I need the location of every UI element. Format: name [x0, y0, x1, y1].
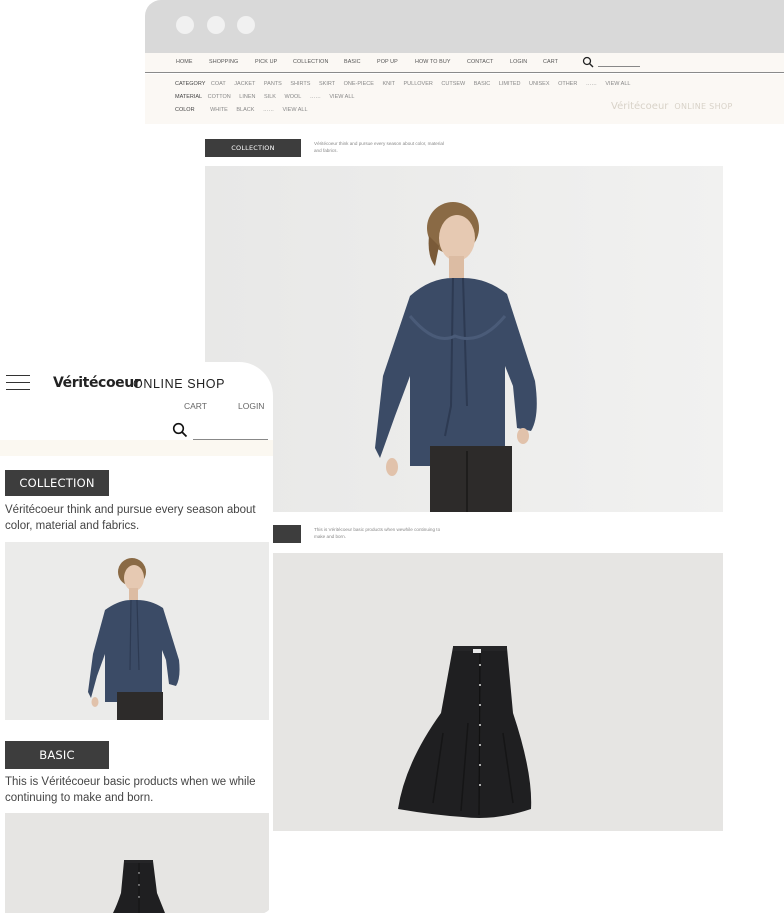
material-label: MATERIAL: [175, 94, 203, 100]
search-icon[interactable]: [172, 422, 188, 438]
nav-home[interactable]: HOME: [176, 59, 193, 65]
collection-description: Véritécoeur think and pursue every seaso…: [314, 141, 444, 153]
material-option[interactable]: LINEN: [239, 94, 255, 100]
color-row: COLOR WHITE BLACK …… VIEW ALL: [175, 107, 315, 113]
mobile-collection-description: Véritécoeur think and pursue every seaso…: [5, 504, 256, 532]
mobile-cart-link[interactable]: CART: [184, 401, 207, 411]
material-row: MATERIAL COTTON LINEN SILK WOOL …… VIEW …: [175, 94, 361, 100]
category-option[interactable]: PULLOVER: [404, 81, 433, 87]
category-row: CATEGORY COAT JACKET PANTS SHIRTS SKIRT …: [175, 81, 637, 87]
material-option[interactable]: COTTON: [208, 94, 231, 100]
brand-name: Véritécoeur: [611, 101, 669, 112]
color-view-all[interactable]: VIEW ALL: [282, 107, 307, 113]
mobile-basic-button[interactable]: BASIC: [5, 741, 109, 769]
filter-panel: CATEGORY COAT JACKET PANTS SHIRTS SKIRT …: [145, 74, 784, 124]
mobile-basic-photo[interactable]: [5, 813, 269, 913]
mobile-phone-window: Véritécoeur ONLINE SHOP CART LOGIN COLLE…: [0, 362, 273, 914]
mobile-login-link[interactable]: LOGIN: [238, 401, 264, 411]
collection-button[interactable]: COLLECTION: [205, 139, 301, 157]
category-option[interactable]: SHIRTS: [290, 81, 310, 87]
mobile-collection-button[interactable]: COLLECTION: [5, 470, 109, 496]
mobile-brand-suffix: ONLINE SHOP: [133, 377, 226, 391]
category-option[interactable]: COAT: [211, 81, 226, 87]
nav-contact[interactable]: CONTACT: [467, 59, 493, 65]
category-option[interactable]: KNIT: [382, 81, 395, 87]
mobile-collection-photo[interactable]: [5, 542, 269, 720]
category-option[interactable]: UNISEX: [529, 81, 549, 87]
category-label: CATEGORY: [175, 81, 206, 87]
nav-howtobuy[interactable]: HOW TO BUY: [415, 59, 451, 65]
color-label: COLOR: [175, 107, 195, 113]
material-view-all[interactable]: VIEW ALL: [329, 94, 354, 100]
window-dot-close[interactable]: [176, 16, 194, 34]
color-option[interactable]: WHITE: [210, 107, 228, 113]
color-ellipsis: ……: [262, 107, 274, 113]
basic-photo[interactable]: [273, 553, 723, 831]
category-option[interactable]: OTHER: [558, 81, 577, 87]
nav-cart[interactable]: CART: [543, 59, 558, 65]
category-option[interactable]: PANTS: [264, 81, 282, 87]
search-icon[interactable]: [582, 56, 594, 68]
window-dot-minimize[interactable]: [207, 16, 225, 34]
material-ellipsis: ……: [309, 94, 321, 100]
category-option[interactable]: ONE-PIECE: [344, 81, 374, 87]
browser-titlebar: [145, 0, 784, 53]
nav-popup[interactable]: POP UP: [377, 59, 398, 65]
nav-shopping[interactable]: SHOPPING: [209, 59, 238, 65]
category-option[interactable]: JACKET: [234, 81, 255, 87]
category-ellipsis: ……: [585, 81, 597, 87]
nav-login[interactable]: LOGIN: [510, 59, 527, 65]
category-option[interactable]: BASIC: [474, 81, 491, 87]
desktop-top-nav: HOME SHOPPING PICK UP COLLECTION BASIC P…: [145, 53, 784, 73]
category-option[interactable]: LIMITED: [499, 81, 521, 87]
search-input[interactable]: [598, 66, 640, 67]
category-option[interactable]: CUTSEW: [441, 81, 465, 87]
material-option[interactable]: SILK: [264, 94, 276, 100]
window-dot-maximize[interactable]: [237, 16, 255, 34]
category-option[interactable]: SKIRT: [319, 81, 335, 87]
mobile-brand-logo[interactable]: Véritécoeur: [53, 375, 141, 391]
category-view-all[interactable]: VIEW ALL: [605, 81, 630, 87]
nav-pickup[interactable]: PICK UP: [255, 59, 277, 65]
nav-collection[interactable]: COLLECTION: [293, 59, 328, 65]
collection-photo[interactable]: [205, 166, 723, 512]
color-option[interactable]: BLACK: [236, 107, 254, 113]
hamburger-menu-icon[interactable]: [6, 375, 30, 393]
desktop-brand-logo[interactable]: Véritécoeur ONLINE SHOP: [611, 101, 733, 112]
material-option[interactable]: WOOL: [285, 94, 302, 100]
mobile-basic-description: This is Véritécoeur basic products when …: [5, 776, 256, 804]
basic-button[interactable]: [273, 525, 301, 543]
nav-basic[interactable]: BASIC: [344, 59, 361, 65]
mobile-header-band: [0, 440, 273, 456]
brand-suffix: ONLINE SHOP: [674, 102, 733, 111]
basic-description: This is Véritécoeur basic products when …: [314, 527, 441, 539]
